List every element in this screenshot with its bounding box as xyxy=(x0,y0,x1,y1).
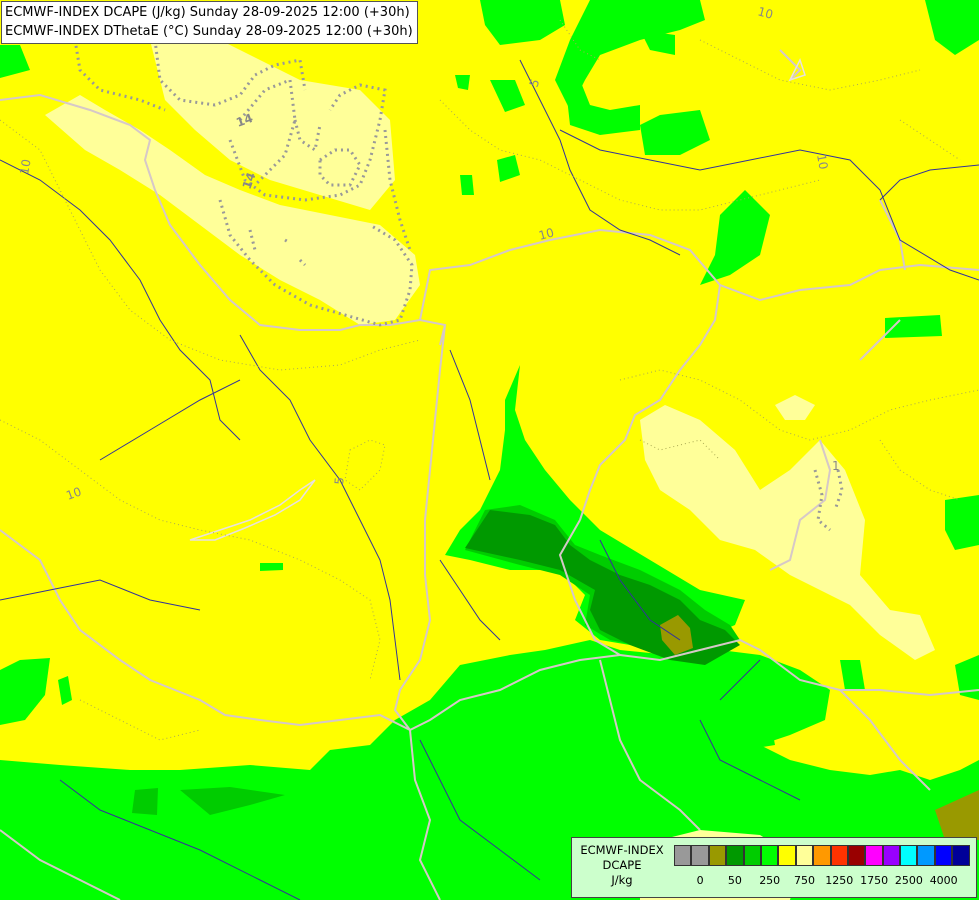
legend-tick-label: 250 xyxy=(759,874,781,887)
legend-title-line1: ECMWF-INDEX xyxy=(580,843,664,857)
legend-swatch xyxy=(865,845,883,866)
legend-title: ECMWF-INDEX DCAPE J/kg xyxy=(574,843,670,888)
legend-swatch xyxy=(674,845,692,866)
contour-label: 1 xyxy=(832,459,840,473)
title-line-dthetae: ECMWF-INDEX DThetaE (°C) Sunday 28-09-20… xyxy=(5,24,413,39)
legend-tick-label: 1250 xyxy=(825,874,854,887)
weather-map: 10 5 10 10 14 14 10 5 10 1 xyxy=(0,0,979,900)
legend-tick-label: 50 xyxy=(727,874,742,887)
legend-tick-label: 0 xyxy=(696,874,704,887)
legend-swatch xyxy=(813,845,831,866)
legend-swatch xyxy=(708,845,727,866)
legend-tick-label: 2500 xyxy=(894,874,923,887)
legend-swatch xyxy=(917,845,935,866)
legend-swatch xyxy=(830,845,848,866)
color-legend: ECMWF-INDEX DCAPE J/kg 0 50 250 750 1250 1750… xyxy=(571,837,977,898)
legend-tick-label: 4000 xyxy=(929,874,958,887)
contour-label: 5 xyxy=(332,476,347,485)
legend-tick-label: 750 xyxy=(794,874,815,887)
legend-swatch xyxy=(795,845,814,866)
legend-swatch xyxy=(743,845,761,866)
green-patch-sw-bar xyxy=(260,563,283,571)
legend-swatch xyxy=(882,845,901,866)
legend-swatch xyxy=(778,845,796,866)
green-patch-lower-center xyxy=(740,718,775,750)
map-title-box: ECMWF-INDEX DCAPE (J/kg) Sunday 28-09-20… xyxy=(1,1,418,44)
dark-green-patch-sw-1 xyxy=(132,788,158,815)
legend-swatch xyxy=(760,845,779,866)
contour-label: 10 xyxy=(814,153,830,170)
legend-color-bar xyxy=(674,845,970,867)
legend-swatch xyxy=(952,845,970,866)
legend-title-unit: J/kg xyxy=(611,873,633,887)
legend-swatch xyxy=(934,845,953,866)
contour-label: 10 xyxy=(17,158,33,175)
legend-tick-label: 1750 xyxy=(860,874,889,887)
legend-title-line2: DCAPE xyxy=(602,858,642,872)
title-line-dcape: ECMWF-INDEX DCAPE (J/kg) Sunday 28-09-20… xyxy=(5,5,410,20)
legend-swatch xyxy=(726,845,744,866)
green-patch-top-7 xyxy=(460,175,474,195)
legend-ticks: 0 50 250 750 1250 1750 2500 4000 xyxy=(674,874,974,888)
legend-swatch xyxy=(847,845,866,866)
legend-swatch xyxy=(900,845,918,866)
legend-swatch xyxy=(691,845,709,866)
